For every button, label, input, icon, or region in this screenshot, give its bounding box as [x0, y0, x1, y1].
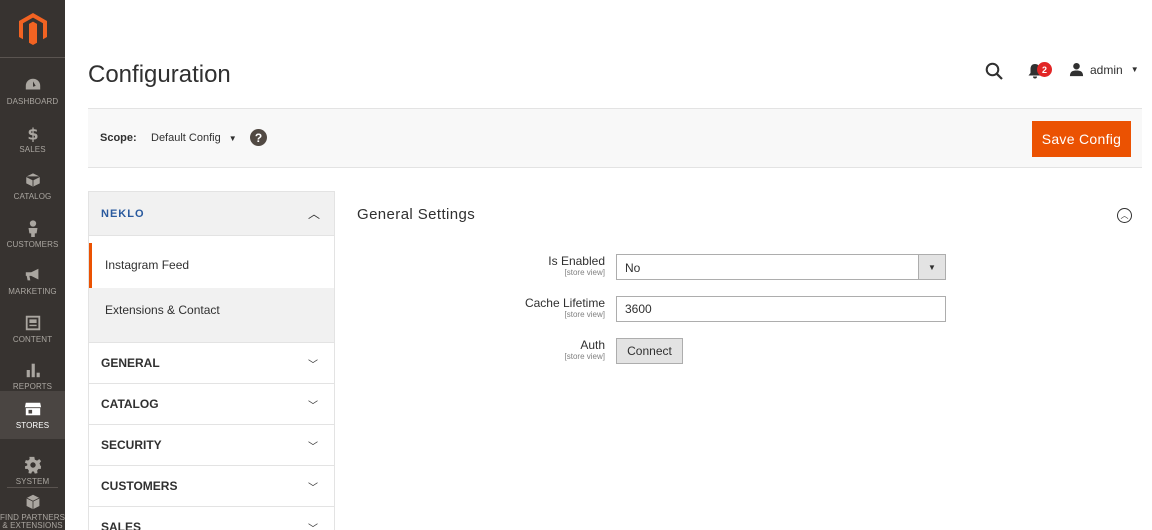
- tab-section-customers[interactable]: CUSTOMERS ﹀: [89, 465, 334, 506]
- is-enabled-select[interactable]: No ▼: [616, 254, 946, 280]
- tab-instagram-feed[interactable]: Instagram Feed: [89, 243, 334, 288]
- neklo-brand: NEKLO: [101, 208, 145, 220]
- magento-logo[interactable]: [0, 0, 65, 58]
- user-icon: [1069, 62, 1084, 77]
- nav-customers[interactable]: CUSTOMERS: [0, 210, 65, 257]
- section-label: GENERAL: [101, 356, 160, 370]
- help-icon[interactable]: ?: [250, 129, 267, 146]
- search-icon[interactable]: [985, 62, 1003, 80]
- tab-label: Instagram Feed: [105, 258, 190, 272]
- svg-text:$: $: [27, 124, 38, 142]
- bar-chart-icon: [26, 363, 40, 377]
- chevron-down-icon: ﹀: [308, 524, 318, 530]
- user-menu[interactable]: admin ▼: [1069, 62, 1139, 77]
- auth-scope: [store view]: [564, 352, 605, 361]
- nav-label: SALES: [19, 144, 46, 154]
- content-icon: [25, 315, 40, 330]
- section-label: CUSTOMERS: [101, 479, 178, 493]
- section-label: CATALOG: [101, 397, 159, 411]
- save-config-button[interactable]: Save Config: [1032, 121, 1131, 157]
- cube-icon: [25, 494, 40, 510]
- is-enabled-label: Is Enabled: [548, 254, 605, 268]
- user-name: admin: [1090, 62, 1123, 77]
- tab-extensions-contact[interactable]: Extensions & Contact: [89, 288, 334, 342]
- nav-stores[interactable]: STORES: [0, 391, 65, 439]
- section-label: SALES: [101, 520, 142, 530]
- auth-label: Auth: [580, 338, 605, 352]
- chevron-down-icon: ▼: [1130, 65, 1139, 74]
- nav-find-partners[interactable]: FIND PARTNERS & EXTENSIONS: [0, 491, 65, 530]
- chevron-down-icon: ﹀: [308, 360, 318, 371]
- scope-switcher[interactable]: Default Config ▼: [151, 132, 237, 144]
- collapse-icon[interactable]: ︿: [1117, 208, 1132, 223]
- nav-label: REPORTS: [12, 381, 53, 391]
- tab-section-catalog[interactable]: CATALOG ﹀: [89, 383, 334, 424]
- nav-marketing[interactable]: MARKETING: [0, 257, 65, 304]
- person-icon: [28, 219, 37, 237]
- tab-group-neklo[interactable]: NEKLO ︿: [89, 192, 334, 236]
- nav-label: STORES: [15, 421, 50, 430]
- gear-icon: [24, 456, 41, 474]
- magento-logo-icon: [18, 12, 47, 45]
- notifications-badge[interactable]: 2: [1037, 62, 1052, 77]
- tab-section-general[interactable]: GENERAL ﹀: [89, 342, 334, 383]
- scope-label: Scope:: [100, 132, 137, 144]
- nav-label: FIND PARTNERS & EXTENSIONS: [0, 513, 65, 530]
- dollar-icon: $: [27, 124, 38, 142]
- chevron-down-icon: ﹀: [308, 483, 318, 494]
- tab-section-sales[interactable]: SALES ﹀: [89, 506, 334, 530]
- is-enabled-value: No: [625, 261, 641, 275]
- store-icon: [24, 402, 41, 416]
- chevron-down-icon: ﹀: [308, 401, 318, 412]
- chevron-down-icon: ▼: [918, 255, 945, 279]
- nav-label: DASHBOARD: [6, 96, 59, 106]
- section-label: SECURITY: [101, 438, 162, 452]
- tab-label: Extensions & Contact: [105, 303, 220, 317]
- tab-section-security[interactable]: SECURITY ﹀: [89, 424, 334, 465]
- connect-button[interactable]: Connect: [616, 338, 683, 364]
- nav-label: MARKETING: [8, 286, 57, 296]
- nav-label: SYSTEM: [15, 476, 50, 486]
- cache-lifetime-input[interactable]: [616, 296, 946, 322]
- dashboard-icon: [25, 78, 40, 89]
- chevron-down-icon: ﹀: [308, 442, 318, 453]
- megaphone-icon: [25, 268, 38, 280]
- admin-sidebar: DASHBOARD $ SALES CATALOG CUSTOMERS MARK…: [0, 0, 65, 530]
- nav-divider: [7, 487, 58, 488]
- box-icon: [24, 171, 41, 188]
- nav-catalog[interactable]: CATALOG: [0, 162, 65, 209]
- cache-lifetime-scope: [store view]: [564, 310, 605, 319]
- is-enabled-scope: [store view]: [564, 268, 605, 277]
- config-tabs: NEKLO ︿ Instagram Feed Extensions & Cont…: [88, 191, 335, 530]
- scope-bar: Scope: Default Config ▼ ? Save Config: [88, 108, 1142, 168]
- scope-value: Default Config: [151, 132, 221, 144]
- nav-content[interactable]: CONTENT: [0, 305, 65, 352]
- chevron-down-icon: ▼: [228, 133, 237, 143]
- section-title[interactable]: General Settings: [357, 206, 475, 223]
- nav-sales[interactable]: $ SALES: [0, 115, 65, 162]
- page-title: Configuration: [88, 61, 231, 88]
- chevron-up-icon: ︿: [308, 207, 321, 221]
- cache-lifetime-label: Cache Lifetime: [524, 296, 605, 310]
- nav-dashboard[interactable]: DASHBOARD: [0, 67, 65, 114]
- nav-label: CUSTOMERS: [6, 239, 59, 249]
- nav-label: CATALOG: [13, 191, 52, 201]
- nav-label: CONTENT: [12, 334, 53, 344]
